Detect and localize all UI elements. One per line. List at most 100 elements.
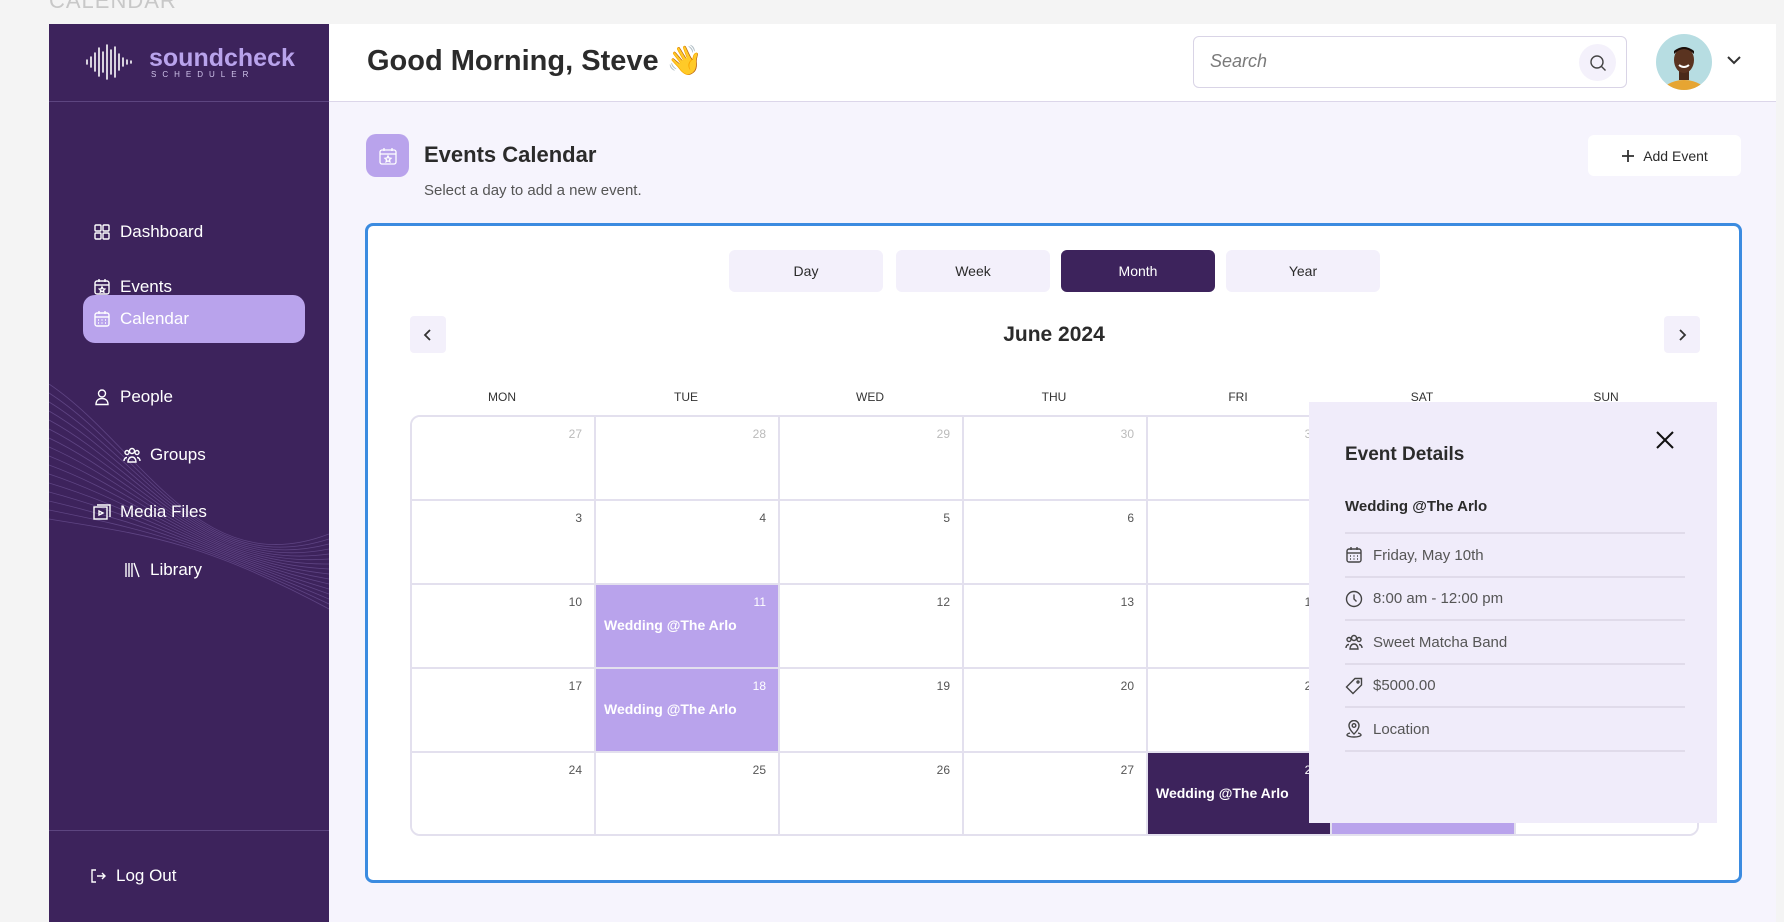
sidebar-item-people[interactable]: People bbox=[83, 373, 305, 421]
breadcrumb: CALENDAR bbox=[49, 0, 177, 13]
day-cell[interactable]: 25 bbox=[596, 753, 780, 834]
group-icon bbox=[1345, 634, 1363, 650]
tab-month[interactable]: Month bbox=[1061, 250, 1215, 292]
location-pin-icon bbox=[1346, 720, 1362, 738]
greeting: Good Morning, Steve 👋 bbox=[367, 45, 703, 77]
day-cell[interactable]: 27 bbox=[964, 753, 1148, 834]
sidebar-item-media-files[interactable]: Media Files bbox=[83, 488, 305, 536]
sidebar: soundcheck SCHEDULER Dashboard Events Cale… bbox=[49, 24, 329, 922]
tab-day[interactable]: Day bbox=[729, 250, 883, 292]
search-icon bbox=[1589, 54, 1606, 71]
day-number: 27 bbox=[568, 427, 582, 441]
sidebar-item-label: Library bbox=[150, 560, 202, 579]
sidebar-item-label: People bbox=[120, 387, 173, 406]
day-cell[interactable]: 27 bbox=[412, 417, 596, 501]
day-cell[interactable]: 4 bbox=[596, 501, 780, 585]
sidebar-item-calendar[interactable]: Calendar bbox=[83, 295, 305, 343]
weekday-header: TUE bbox=[674, 390, 698, 404]
day-number: 24 bbox=[568, 763, 582, 777]
day-number: 19 bbox=[936, 679, 950, 693]
day-cell[interactable]: 24 bbox=[412, 753, 596, 834]
day-cell[interactable]: 29 bbox=[780, 417, 964, 501]
events-calendar-badge bbox=[366, 134, 409, 177]
sidebar-item-label: Media Files bbox=[120, 502, 207, 521]
add-event-label: Add Event bbox=[1643, 147, 1708, 164]
event-chip[interactable]: Wedding @The Arlo bbox=[604, 617, 737, 633]
day-cell[interactable]: 30 bbox=[964, 417, 1148, 501]
event-details-panel: Event Details Wedding @The Arlo Friday, … bbox=[1309, 402, 1717, 823]
next-month-button[interactable] bbox=[1664, 316, 1700, 353]
day-cell[interactable]: 12 bbox=[780, 585, 964, 669]
detail-text: 8:00 am - 12:00 pm bbox=[1373, 590, 1504, 607]
calendar-star-icon bbox=[378, 147, 397, 165]
search-box bbox=[1193, 36, 1627, 88]
day-cell[interactable]: 17 bbox=[412, 669, 596, 753]
day-cell[interactable]: 20 bbox=[964, 669, 1148, 753]
close-icon[interactable] bbox=[1653, 428, 1677, 452]
day-cell[interactable]: 31 bbox=[1148, 417, 1332, 501]
day-number: 18 bbox=[752, 679, 766, 693]
day-cell[interactable]: 11 Wedding @The Arlo bbox=[596, 585, 780, 669]
day-number: 13 bbox=[1120, 595, 1134, 609]
day-cell[interactable]: 10 bbox=[412, 585, 596, 669]
soundwave-icon bbox=[86, 44, 132, 80]
add-event-button[interactable]: Add Event bbox=[1588, 135, 1741, 176]
brand-name: soundcheck bbox=[149, 43, 295, 72]
weekday-header: WED bbox=[856, 390, 884, 404]
divider bbox=[49, 830, 329, 831]
day-cell[interactable]: 13 bbox=[964, 585, 1148, 669]
prev-month-button[interactable] bbox=[410, 316, 446, 353]
month-label: June 2024 bbox=[1003, 323, 1105, 346]
price-tag-icon bbox=[1345, 677, 1363, 694]
day-cell[interactable]: 28 bbox=[596, 417, 780, 501]
day-cell[interactable]: 19 bbox=[780, 669, 964, 753]
day-number: 30 bbox=[1120, 427, 1134, 441]
day-cell[interactable]: 7 bbox=[1148, 501, 1332, 585]
detail-text: Sweet Matcha Band bbox=[1373, 633, 1508, 651]
event-name: Wedding @The Arlo bbox=[1345, 498, 1488, 515]
day-cell[interactable]: 28Wedding @The Arlo bbox=[1148, 753, 1332, 834]
event-chip[interactable]: Wedding @The Arlo bbox=[1156, 785, 1289, 801]
chevron-down-icon[interactable] bbox=[1724, 50, 1744, 70]
logo[interactable]: soundcheck SCHEDULER bbox=[85, 44, 295, 80]
day-cell[interactable]: 5 bbox=[780, 501, 964, 585]
day-cell[interactable]: 6 bbox=[964, 501, 1148, 585]
day-cell[interactable]: 14 bbox=[1148, 585, 1332, 669]
day-number: 27 bbox=[1120, 763, 1134, 777]
search-button[interactable] bbox=[1579, 44, 1616, 81]
weekday-header: MON bbox=[488, 390, 516, 404]
day-number: 12 bbox=[936, 595, 950, 609]
sidebar-item-library[interactable]: Library bbox=[113, 546, 329, 594]
clock-icon bbox=[1345, 590, 1363, 607]
detail-text: Friday, May 10th bbox=[1373, 546, 1484, 564]
tab-week[interactable]: Week bbox=[896, 250, 1050, 292]
avatar[interactable] bbox=[1656, 34, 1712, 90]
day-cell[interactable]: 3 bbox=[412, 501, 596, 585]
day-number: 17 bbox=[568, 679, 582, 693]
logout-label: Log Out bbox=[116, 866, 177, 885]
page-subtitle: Select a day to add a new event. bbox=[424, 182, 642, 199]
search-input[interactable] bbox=[1210, 51, 1530, 72]
user-photo bbox=[1661, 47, 1707, 90]
day-cell[interactable]: 26 bbox=[780, 753, 964, 834]
day-number: 25 bbox=[752, 763, 766, 777]
sidebar-item-dashboard[interactable]: Dashboard bbox=[83, 208, 305, 256]
media-icon bbox=[93, 504, 111, 520]
sidebar-item-label: Dashboard bbox=[120, 222, 204, 241]
group-icon bbox=[123, 447, 141, 463]
tab-year[interactable]: Year bbox=[1226, 250, 1380, 292]
day-cell[interactable]: 18 Wedding @The Arlo bbox=[596, 669, 780, 753]
detail-row: 8:00 am - 12:00 pm bbox=[1345, 575, 1685, 620]
day-number: 10 bbox=[568, 595, 582, 609]
day-number: 6 bbox=[1127, 511, 1134, 525]
plus-icon bbox=[1622, 149, 1635, 162]
logout-button[interactable]: Log Out bbox=[79, 852, 301, 900]
detail-row: Location bbox=[1345, 706, 1685, 750]
sidebar-item-groups[interactable]: Groups bbox=[113, 431, 329, 479]
weekday-header: FRI bbox=[1228, 390, 1248, 404]
weekday-header: THU bbox=[1041, 390, 1067, 404]
day-cell[interactable]: 21 bbox=[1148, 669, 1332, 753]
calendar-star-icon bbox=[94, 279, 110, 295]
grid-icon bbox=[94, 224, 110, 240]
event-chip[interactable]: Wedding @The Arlo bbox=[604, 701, 737, 717]
